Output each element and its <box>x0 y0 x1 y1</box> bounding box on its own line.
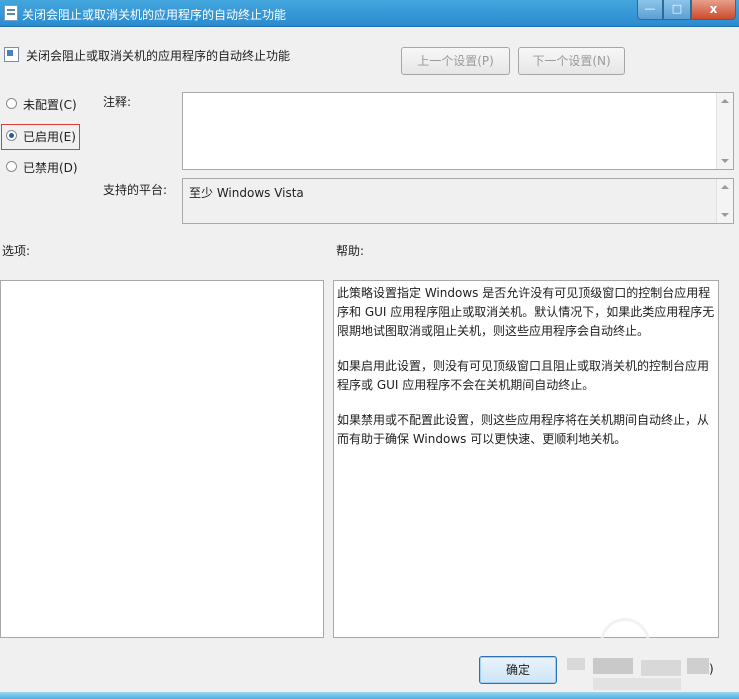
disabled-label[interactable]: 已禁用(D) <box>23 159 78 176</box>
scroll-up-icon[interactable] <box>721 185 729 189</box>
help-paragraph-2: 如果启用此设置，则没有可见顶级窗口且阻止或取消关机的控制台应用程序或 GUI 应… <box>337 359 710 392</box>
comment-scrollbar[interactable] <box>716 93 733 169</box>
help-panel: 此策略设置指定 Windows 是否允许没有可见顶级窗口的控制台应用程序和 GU… <box>333 280 719 638</box>
partial-button-label[interactable]: ) <box>709 662 714 676</box>
minimize-button[interactable]: — <box>637 0 663 20</box>
comment-textarea[interactable] <box>182 92 734 170</box>
window-bottom-edge <box>0 692 739 699</box>
scroll-up-icon[interactable] <box>721 99 729 103</box>
next-setting-button[interactable]: 下一个设置(N) <box>518 47 625 75</box>
platform-field: 至少 Windows Vista <box>182 178 734 224</box>
help-paragraph-3: 如果禁用或不配置此设置，则这些应用程序将在关机期间自动终止，从而有助于确保 Wi… <box>337 413 710 446</box>
platform-scrollbar[interactable] <box>716 179 733 223</box>
policy-name: 关闭会阻止或取消关机的应用程序的自动终止功能 <box>26 49 291 63</box>
scroll-down-icon[interactable] <box>721 213 729 217</box>
ok-button[interactable]: 确定 <box>479 656 557 684</box>
platform-label: 支持的平台: <box>103 183 168 197</box>
policy-window-icon <box>4 5 18 21</box>
disabled-radio[interactable] <box>6 161 17 172</box>
options-panel <box>0 280 324 638</box>
help-text: 此策略设置指定 Windows 是否允许没有可见顶级窗口的控制台应用程序和 GU… <box>337 284 715 465</box>
policy-setting-icon <box>4 47 19 62</box>
enabled-label[interactable]: 已启用(E) <box>23 128 76 145</box>
enabled-radio[interactable] <box>6 130 17 141</box>
not-configured-radio[interactable] <box>6 98 17 109</box>
help-section-label: 帮助: <box>336 244 365 258</box>
window-title: 关闭会阻止或取消关机的应用程序的自动终止功能 <box>22 8 287 22</box>
not-configured-label[interactable]: 未配置(C) <box>23 96 77 113</box>
previous-setting-button[interactable]: 上一个设置(P) <box>401 47 510 75</box>
close-button[interactable]: x <box>691 0 736 20</box>
title-bar: 关闭会阻止或取消关机的应用程序的自动终止功能 — □ x <box>0 0 739 27</box>
platform-value: 至少 Windows Vista <box>189 186 304 200</box>
maximize-button[interactable]: □ <box>663 0 691 20</box>
options-section-label: 选项: <box>2 244 31 258</box>
help-paragraph-1: 此策略设置指定 Windows 是否允许没有可见顶级窗口的控制台应用程序和 GU… <box>337 286 715 338</box>
comment-label: 注释: <box>103 95 132 109</box>
scroll-down-icon[interactable] <box>721 159 729 163</box>
